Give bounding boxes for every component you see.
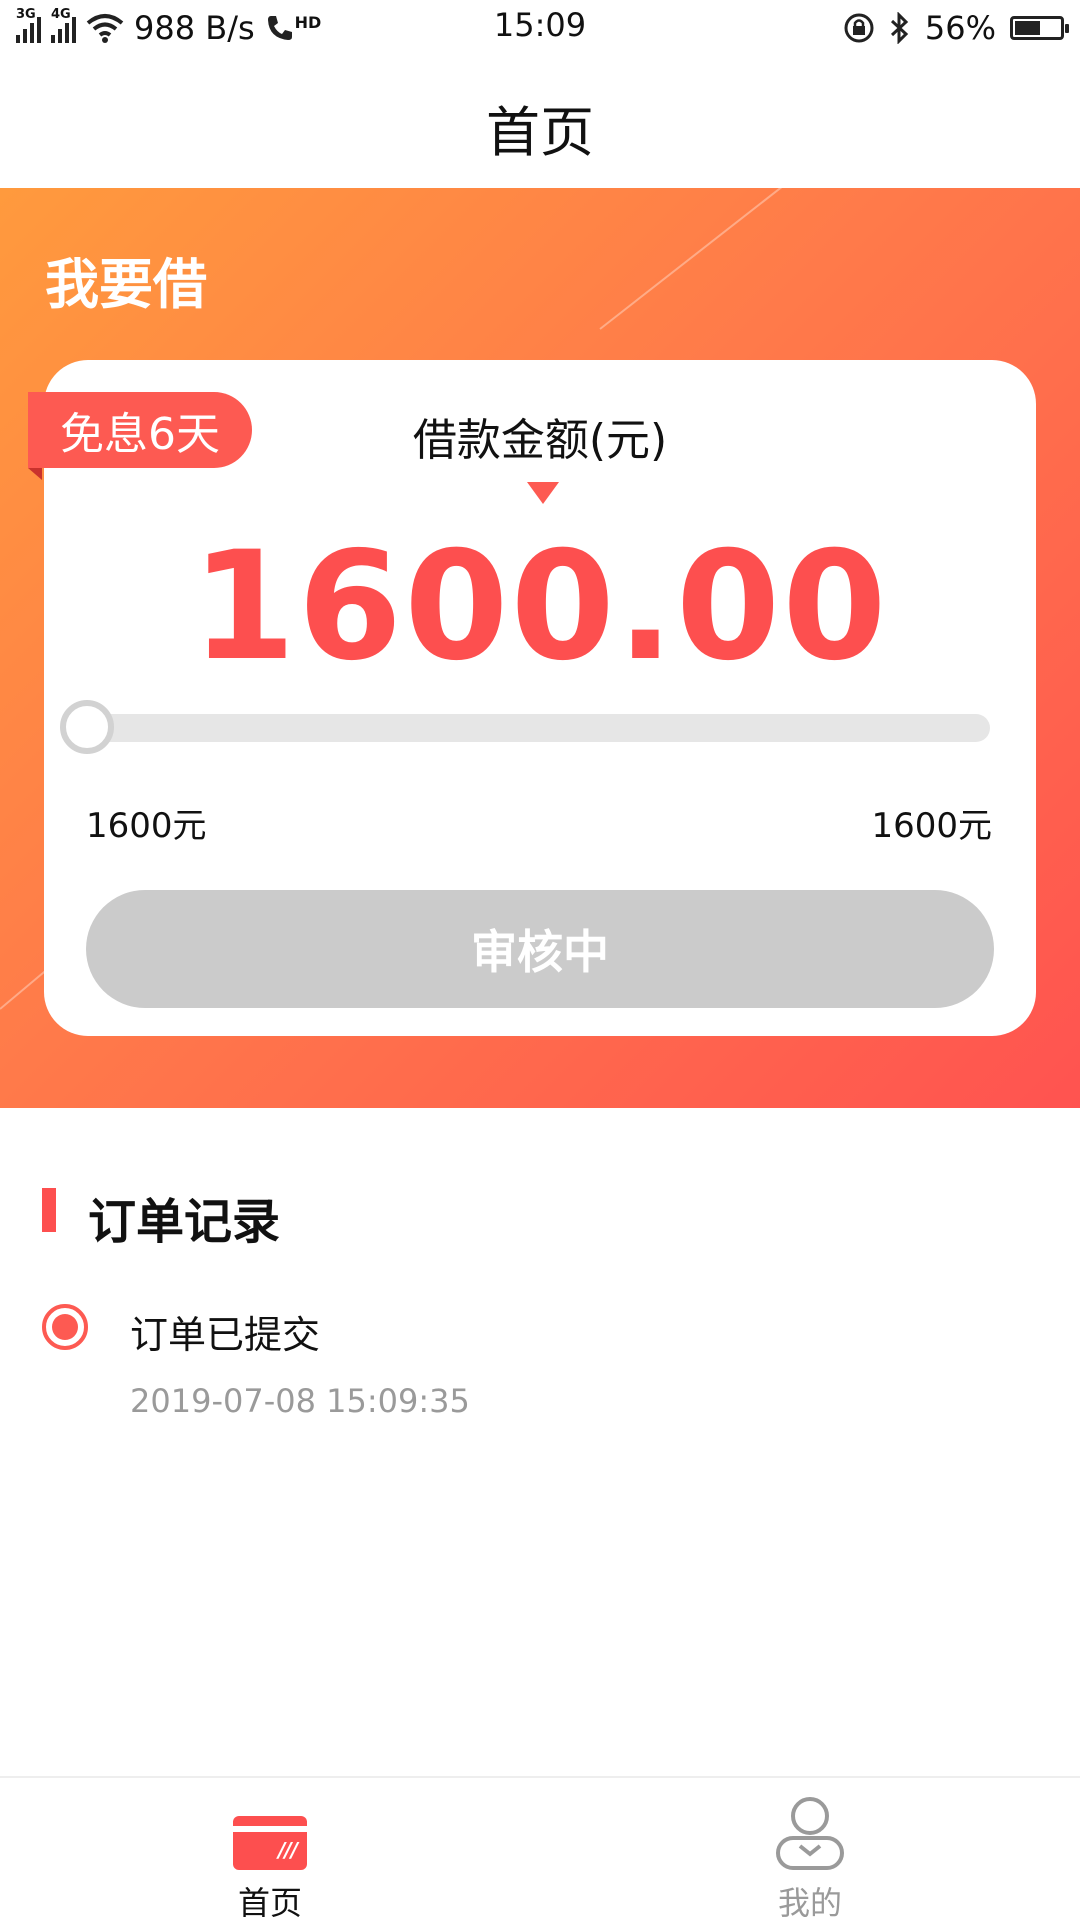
bluetooth-icon [890, 12, 909, 44]
status-right: 56% [843, 8, 1069, 48]
orders-title-accent [42, 1188, 56, 1232]
amount-pointer-icon [527, 482, 559, 504]
interest-free-badge: 免息6天 [28, 392, 252, 468]
range-max: 1600元 [871, 806, 992, 846]
badge-fold [28, 468, 42, 480]
battery-icon [1010, 16, 1069, 40]
orders-title: 订单记录 [88, 1194, 281, 1250]
home-card-icon: /// [233, 1816, 307, 1870]
amount-slider-track[interactable] [90, 714, 990, 742]
rotation-lock-icon [844, 13, 874, 43]
amount-slider-handle[interactable] [60, 700, 114, 754]
tab-mine[interactable]: 我的 [540, 1778, 1080, 1922]
loan-section-title: 我要借 [45, 253, 207, 316]
battery-percent: 56% [924, 9, 996, 47]
tab-mine-label: 我的 [777, 1884, 842, 1922]
decor-streak [599, 188, 806, 330]
order-status-dot-icon [42, 1304, 88, 1350]
range-min: 1600元 [86, 806, 207, 846]
status-bar: 3G 4G 988 B/s HD 15:09 56% [0, 0, 1080, 56]
tab-bar: /// 首页 我的 [0, 1776, 1080, 1922]
tab-home-label: 首页 [237, 1884, 302, 1922]
profile-icon [776, 1797, 844, 1870]
order-status: 订单已提交 [130, 1313, 321, 1357]
loan-hero: 我要借 借款金额(元) 1600.00 1600元 1600元 审核中 [0, 188, 1080, 1108]
amount-value: 1600.00 [191, 520, 889, 694]
tab-home[interactable]: /// 首页 [0, 1778, 540, 1922]
page-title: 首页 [486, 101, 594, 164]
review-button[interactable]: 审核中 [86, 890, 994, 1008]
order-time: 2019-07-08 15:09:35 [130, 1382, 470, 1420]
